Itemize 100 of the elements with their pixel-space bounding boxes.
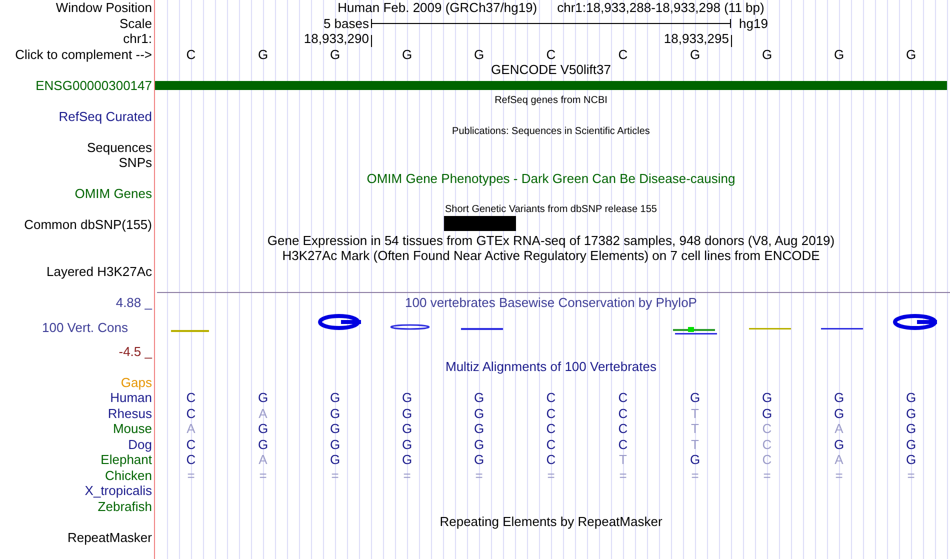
aligned-base: G bbox=[834, 436, 844, 452]
base-letter: G bbox=[330, 46, 340, 62]
tick-mark bbox=[371, 34, 372, 46]
aligned-base: G bbox=[474, 421, 484, 436]
aligned-base: G bbox=[258, 421, 268, 436]
species-label[interactable]: Chicken bbox=[105, 468, 152, 483]
track-title: Short Genetic Variants from dbSNP release 155 bbox=[445, 202, 657, 216]
track-label[interactable]: Common dbSNP(155) bbox=[24, 217, 152, 232]
species-label[interactable]: Rhesus bbox=[108, 406, 152, 421]
base-letter: G bbox=[258, 46, 268, 62]
position-text: chr1:18,933,288-18,933,298 (11 bp) bbox=[557, 0, 764, 16]
base-letter: G bbox=[834, 46, 844, 62]
aligned-base: G bbox=[474, 390, 484, 406]
aligned-base: C bbox=[618, 406, 628, 421]
aligned-base: C bbox=[546, 406, 556, 421]
track-title: RefSeq genes from NCBI bbox=[494, 94, 608, 108]
aligned-base: C bbox=[546, 390, 556, 406]
aligned-base: C bbox=[618, 390, 628, 406]
track-label[interactable]: Sequences bbox=[86, 140, 152, 155]
aligned-base: G bbox=[330, 421, 340, 436]
aligned-base: G bbox=[330, 406, 340, 421]
aligned-base: G bbox=[762, 390, 772, 406]
track-title: Gene Expression in 54 tissues from GTEx RNA-seq of 17382 samples, 948 donors (V8, Aug 2019) bbox=[267, 232, 835, 248]
species-label[interactable]: Mouse bbox=[112, 421, 152, 436]
aligned-base: G bbox=[474, 436, 484, 452]
aligned-base: A bbox=[258, 406, 268, 421]
tick-mark bbox=[731, 34, 732, 46]
aligned-base: C bbox=[762, 421, 772, 436]
aligned-base: = bbox=[403, 468, 411, 483]
species-label[interactable]: X_tropicalis bbox=[84, 483, 152, 498]
base-letter: C bbox=[186, 46, 196, 62]
aligned-base: C bbox=[546, 436, 556, 452]
gene-feature[interactable] bbox=[155, 80, 947, 90]
aligned-base: G bbox=[834, 390, 844, 406]
aligned-base: C bbox=[546, 452, 556, 468]
base-letter: G bbox=[690, 46, 700, 62]
base-letter: G bbox=[762, 46, 772, 62]
species-label[interactable]: Zebrafish bbox=[98, 498, 152, 514]
aligned-base: G bbox=[474, 406, 484, 421]
row-label: chr1: bbox=[123, 31, 152, 46]
aligned-base: G bbox=[402, 436, 412, 452]
track-label[interactable]: 100 Vert. Cons bbox=[42, 320, 152, 334]
aligned-base: G bbox=[258, 436, 268, 452]
aligned-base: T bbox=[691, 436, 699, 452]
track-label[interactable]: Layered H3K27Ac bbox=[46, 264, 152, 279]
aligned-base: = bbox=[835, 468, 843, 483]
aligned-base: C bbox=[618, 436, 628, 452]
aligned-base: = bbox=[187, 468, 195, 483]
track-title: GENCODE V50lift37 bbox=[491, 62, 611, 78]
aligned-base: A bbox=[186, 421, 196, 436]
row-label: Scale bbox=[119, 16, 152, 31]
aligned-base: = bbox=[619, 468, 627, 483]
aligned-base: G bbox=[762, 406, 772, 421]
track-title: Publications: Sequences in Scientific Articles bbox=[452, 125, 650, 139]
aligned-base: G bbox=[690, 390, 700, 406]
aligned-base: C bbox=[762, 436, 772, 452]
aligned-base: C bbox=[186, 436, 196, 452]
aligned-base: G bbox=[258, 390, 268, 406]
aligned-base: C bbox=[186, 390, 196, 406]
aligned-base: A bbox=[834, 421, 844, 436]
aligned-base: G bbox=[906, 421, 916, 436]
track-title: OMIM Gene Phenotypes - Dark Green Can Be Disease-causing bbox=[366, 170, 736, 186]
base-letter: C bbox=[546, 46, 556, 62]
aligned-base: A bbox=[834, 452, 844, 468]
aligned-base: = bbox=[475, 468, 483, 483]
coordinate-text: 18,933,295 bbox=[662, 31, 730, 46]
aligned-base: = bbox=[907, 468, 915, 483]
aligned-base: C bbox=[186, 452, 196, 468]
aligned-base: G bbox=[906, 390, 916, 406]
species-label[interactable]: Human bbox=[110, 390, 152, 406]
species-label[interactable]: Dog bbox=[128, 436, 152, 452]
complement-link[interactable]: Click to complement --> bbox=[15, 46, 152, 62]
axis-min-label: -4.5 _ bbox=[118, 344, 152, 359]
aligned-base: G bbox=[474, 452, 484, 468]
aligned-base: = bbox=[331, 468, 339, 483]
aligned-base: = bbox=[763, 468, 771, 483]
track-title: Multiz Alignments of 100 Vertebrates bbox=[445, 359, 656, 374]
row-label: Window Position bbox=[56, 0, 152, 16]
track-title: H3K27Ac Mark (Often Found Near Active Regulatory Elements) on 7 cell lines from ENCODE bbox=[282, 248, 820, 264]
aligned-base: = bbox=[259, 468, 267, 483]
track-label[interactable]: RefSeq Curated bbox=[58, 108, 152, 124]
aligned-base: C bbox=[186, 406, 196, 421]
track-label[interactable]: ENSG00000300147 bbox=[36, 78, 152, 93]
aligned-base: C bbox=[618, 421, 628, 436]
track-label[interactable]: RepeatMasker bbox=[67, 530, 152, 545]
aligned-base: G bbox=[690, 452, 700, 468]
aligned-base: G bbox=[402, 390, 412, 406]
species-label[interactable]: Elephant bbox=[100, 452, 152, 468]
aligned-base: C bbox=[546, 421, 556, 436]
aligned-base: T bbox=[691, 406, 699, 421]
coordinate-text: 18,933,290 bbox=[302, 31, 370, 46]
aligned-base: C bbox=[762, 452, 772, 468]
aligned-base: T bbox=[619, 452, 627, 468]
track-label[interactable]: SNPs bbox=[118, 155, 152, 170]
aligned-base: G bbox=[906, 436, 916, 452]
base-letter: G bbox=[474, 46, 484, 62]
base-letter: G bbox=[402, 46, 412, 62]
track-label[interactable]: OMIM Genes bbox=[74, 186, 152, 202]
aligned-base: G bbox=[330, 436, 340, 452]
aligned-base: = bbox=[547, 468, 555, 483]
